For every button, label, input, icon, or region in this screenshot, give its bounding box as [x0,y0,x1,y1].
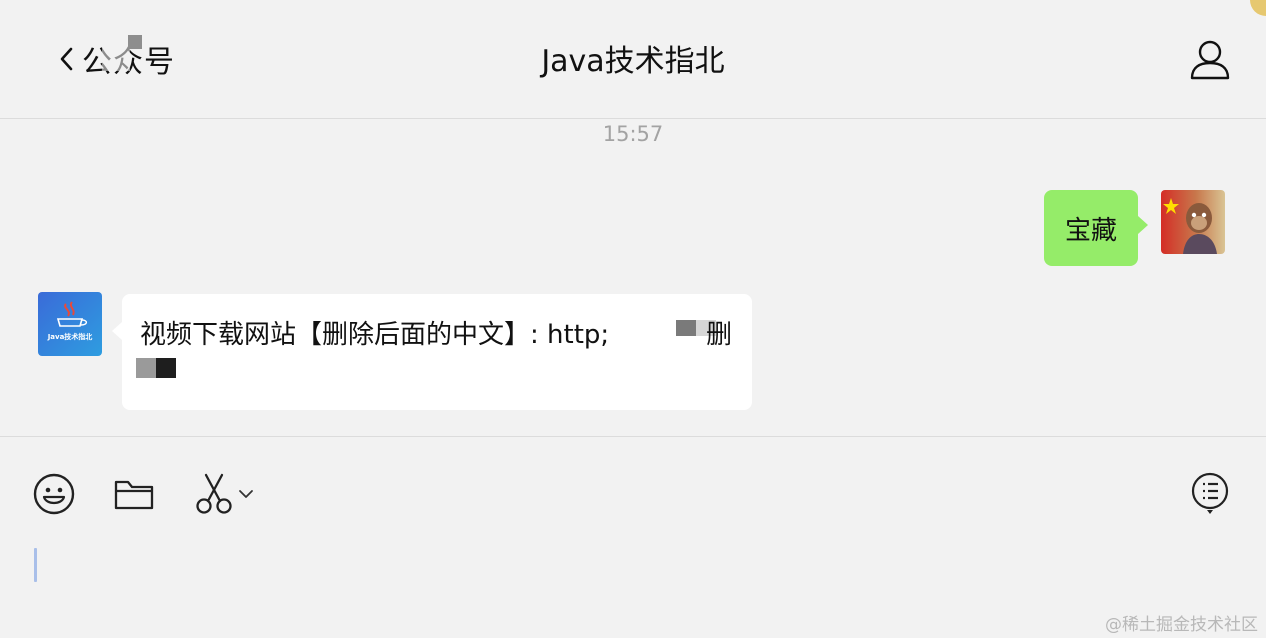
message-input[interactable] [34,548,37,582]
account-avatar-label: Java技术指北 [47,333,93,341]
sent-message-text: 宝藏 [1064,215,1117,246]
chat-header: 公众号 Java技术指北 [0,0,1266,119]
chat-title: Java技术指北 [541,44,725,79]
person-icon[interactable] [1186,36,1234,84]
chevron-down-icon[interactable] [236,486,256,502]
scissors-icon[interactable] [192,472,236,516]
redaction-block [156,358,176,378]
received-message-text-tail: 删 [706,320,733,350]
chat-history-icon[interactable] [1188,470,1232,518]
window-corner [1250,0,1266,16]
redaction-block [136,358,156,378]
sent-message-bubble[interactable]: 宝藏 [1044,190,1148,266]
folder-icon[interactable] [112,474,156,514]
redaction-block [676,320,696,336]
avatar[interactable] [1161,190,1225,254]
emoji-icon[interactable] [32,472,76,516]
composer-divider [0,436,1266,437]
received-message-bubble[interactable]: 视频下载网站【删除后面的中文】: http; 删 [112,294,752,410]
watermark: @稀土掘金技术社区 [1105,615,1258,635]
avatar[interactable]: Java技术指北 [38,292,102,356]
message-timestamp: 15:57 [602,122,664,146]
received-message-text: 视频下载网站【删除后面的中文】: http; [140,320,610,350]
